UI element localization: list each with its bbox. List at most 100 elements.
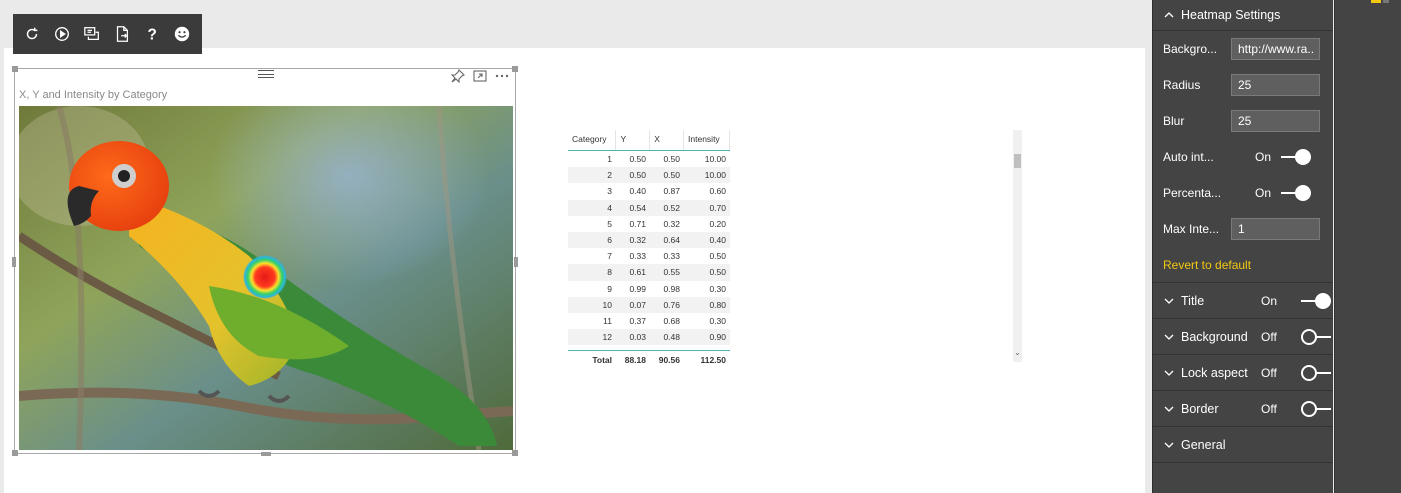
- border-toggle[interactable]: [1301, 400, 1331, 417]
- scroll-up-icon[interactable]: [1014, 134, 1021, 141]
- table-cell: 0.50: [684, 248, 730, 265]
- card-general[interactable]: General: [1153, 427, 1333, 463]
- table-row[interactable]: 10 0.07 0.76 0.80: [568, 296, 730, 313]
- more-options-icon[interactable]: [495, 69, 509, 83]
- table-cell: 7: [568, 248, 616, 265]
- chevron-down-icon: [1163, 403, 1181, 415]
- lock-aspect-toggle[interactable]: [1301, 364, 1331, 381]
- table-row[interactable]: 1 0.50 0.50 10.00: [568, 151, 730, 168]
- card-title-label: Title: [1181, 293, 1205, 308]
- table-row[interactable]: 9 0.99 0.98 0.30: [568, 280, 730, 297]
- table-cell: 0.54: [616, 199, 650, 216]
- play-icon[interactable]: [49, 19, 75, 49]
- resize-handle[interactable]: [12, 257, 16, 267]
- table-cell: 0.32: [650, 215, 684, 232]
- chevron-down-icon: [1163, 331, 1181, 343]
- drag-grip-icon[interactable]: [258, 69, 274, 79]
- resize-handle[interactable]: [261, 452, 271, 456]
- chevron-down-icon: [1163, 295, 1181, 307]
- table-cell: 5: [568, 215, 616, 232]
- table-cell: 2: [568, 167, 616, 184]
- table-cell: 0.60: [684, 183, 730, 200]
- resize-handle[interactable]: [512, 450, 518, 456]
- table-scrollbar[interactable]: ⌄: [1013, 130, 1022, 362]
- table-row[interactable]: 6 0.32 0.64 0.40: [568, 231, 730, 249]
- table-cell: 0.50: [650, 167, 684, 184]
- radius-input[interactable]: [1231, 74, 1320, 96]
- pin-icon[interactable]: [451, 69, 465, 83]
- max-intensity-input[interactable]: [1231, 218, 1320, 240]
- table-cell: 0.20: [684, 215, 730, 232]
- table-header-cell[interactable]: X: [649, 130, 685, 151]
- export-icon[interactable]: [109, 19, 135, 49]
- table-cell: 0.40: [684, 231, 730, 249]
- blur-input[interactable]: [1231, 110, 1320, 132]
- table-cell: 0.37: [616, 312, 650, 330]
- resize-handle[interactable]: [512, 66, 518, 72]
- percentage-state: On: [1255, 186, 1272, 200]
- table-header-cell[interactable]: Intensity: [683, 130, 730, 151]
- revert-to-default-link[interactable]: Revert to default: [1153, 247, 1333, 283]
- max-intensity-label: Max Inte...: [1163, 222, 1220, 236]
- max-intensity-row: Max Inte...: [1153, 211, 1333, 247]
- auto-intensity-state: On: [1255, 150, 1272, 164]
- card-title[interactable]: Title On: [1153, 283, 1333, 319]
- table-cell: 6: [568, 231, 616, 249]
- table-row[interactable]: 12 0.03 0.48 0.90: [568, 329, 730, 346]
- table-cell: 3: [568, 183, 616, 200]
- percentage-toggle[interactable]: [1281, 185, 1312, 201]
- scroll-thumb[interactable]: [1014, 154, 1021, 168]
- background-url-input[interactable]: [1231, 38, 1320, 60]
- table-cell: 0.61: [616, 264, 650, 281]
- focus-mode-icon[interactable]: [473, 69, 487, 83]
- scroll-down-icon[interactable]: ⌄: [1014, 349, 1021, 357]
- auto-intensity-toggle[interactable]: [1281, 149, 1312, 165]
- table-cell: 0.98: [650, 280, 684, 297]
- card-lock-aspect[interactable]: Lock aspect Off: [1153, 355, 1333, 391]
- table-cell: 0.68: [650, 312, 684, 330]
- table-cell: 4: [568, 199, 616, 216]
- auto-intensity-label: Auto int...: [1163, 150, 1214, 164]
- card-general-label: General: [1181, 437, 1226, 452]
- table-total-cell: 112.50: [684, 351, 730, 368]
- help-icon[interactable]: ?: [139, 19, 165, 49]
- heatmap-visual[interactable]: X, Y and Intensity by Category: [12, 66, 518, 456]
- chevron-down-icon: [1163, 439, 1181, 451]
- chat-icon[interactable]: [79, 19, 105, 49]
- table-row[interactable]: 11 0.37 0.68 0.30: [568, 312, 730, 330]
- table-cell: 0.80: [684, 296, 730, 313]
- table-cell: 10.00: [684, 151, 730, 168]
- resize-handle[interactable]: [514, 257, 518, 267]
- table-header-cell[interactable]: Category: [568, 130, 617, 151]
- table-row[interactable]: 7 0.33 0.33 0.50: [568, 248, 730, 265]
- table-cell: 0.30: [684, 280, 730, 297]
- table-cell: 0.70: [684, 199, 730, 216]
- table-cell: 0.50: [684, 264, 730, 281]
- table-cell: 0.50: [616, 151, 650, 168]
- table-cell: 8: [568, 264, 616, 281]
- percentage-label: Percenta...: [1163, 186, 1222, 200]
- table-header-cell[interactable]: Y: [615, 130, 651, 151]
- card-border[interactable]: Border Off: [1153, 391, 1333, 427]
- chevron-up-icon: [1163, 9, 1177, 21]
- heatmap-settings-header[interactable]: Heatmap Settings: [1153, 0, 1333, 31]
- resize-handle[interactable]: [12, 66, 18, 72]
- background-toggle[interactable]: [1301, 328, 1331, 345]
- data-table[interactable]: Category Y X Intensity 1 0.50 0.50 10.00 2 0.50 0…: [568, 130, 730, 374]
- table-row[interactable]: 8 0.61 0.55 0.50: [568, 264, 730, 281]
- refresh-icon[interactable]: [19, 19, 45, 49]
- table-row[interactable]: 5 0.71 0.32 0.20: [568, 215, 730, 232]
- blur-label: Blur: [1163, 114, 1185, 128]
- background-url-row: Backgro...: [1153, 31, 1333, 67]
- table-total-cell: 88.18: [616, 351, 650, 368]
- table-cell: 0.71: [616, 215, 650, 232]
- table-row[interactable]: 3 0.40 0.87 0.60: [568, 183, 730, 200]
- table-row[interactable]: 4 0.54 0.52 0.70: [568, 199, 730, 216]
- smiley-icon[interactable]: [169, 19, 195, 49]
- table-cell: 10.00: [684, 167, 730, 184]
- resize-handle[interactable]: [12, 450, 18, 456]
- title-toggle[interactable]: [1301, 292, 1331, 309]
- table-cell: 0.90: [684, 329, 730, 346]
- card-background[interactable]: Background Off: [1153, 319, 1333, 355]
- table-row[interactable]: 2 0.50 0.50 10.00: [568, 167, 730, 184]
